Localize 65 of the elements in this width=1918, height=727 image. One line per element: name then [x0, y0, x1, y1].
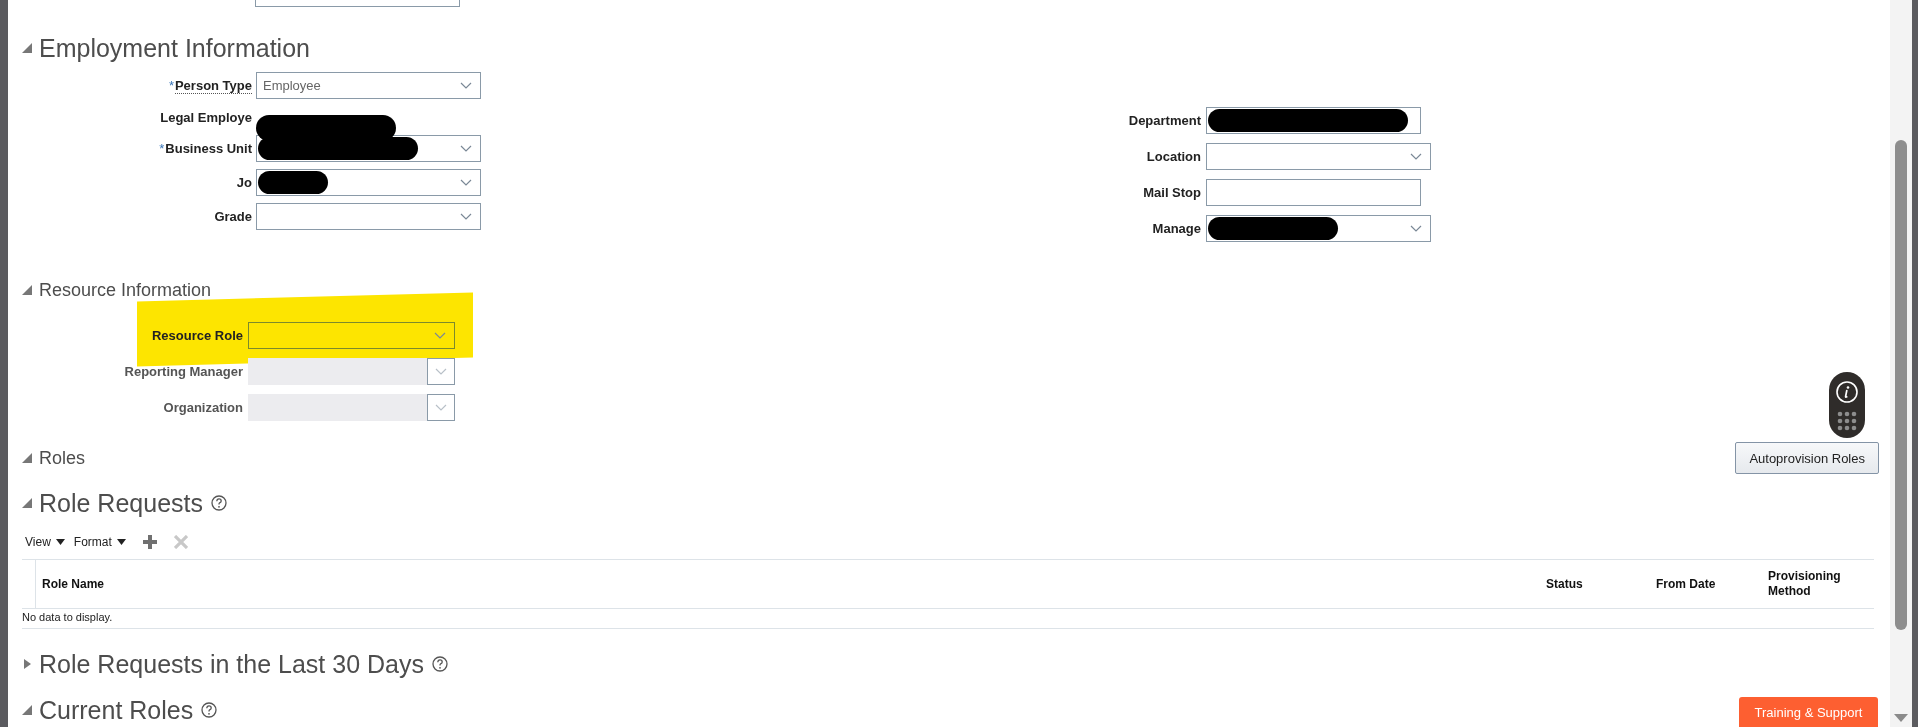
chevron-icon	[435, 404, 447, 411]
field-label: Reporting Manager	[124, 364, 243, 379]
dropdown-field[interactable]	[1206, 215, 1431, 242]
caret-icon	[116, 539, 126, 545]
chevron-icon	[1410, 225, 1422, 232]
help-icon[interactable]	[431, 656, 448, 672]
field-label: Resource Role	[151, 328, 243, 343]
dropdown-field[interactable]	[256, 135, 481, 162]
dropdown-field[interactable]	[256, 169, 481, 196]
collapse-icon[interactable]	[22, 498, 32, 508]
dropdown-field[interactable]: Employee	[256, 72, 481, 99]
collapse-icon[interactable]	[22, 43, 32, 53]
chevron-icon	[460, 179, 472, 186]
help-icon[interactable]	[211, 495, 227, 511]
menu-button[interactable]: Format	[73, 535, 126, 549]
text-field[interactable]	[1206, 179, 1421, 206]
text-field[interactable]	[255, 0, 460, 7]
help-icon[interactable]	[201, 702, 218, 718]
field-label: Mail Stop	[1143, 185, 1201, 200]
field-label: Organization	[163, 400, 243, 415]
section-heading: Role Requests	[39, 490, 203, 516]
menu-button[interactable]: View	[25, 535, 65, 549]
chevron-icon	[460, 213, 472, 220]
expand-icon[interactable]	[22, 659, 32, 669]
plus-icon[interactable]	[142, 535, 157, 549]
scroll-down-icon[interactable]	[1894, 714, 1908, 722]
field-label: Department	[1128, 113, 1201, 128]
field-label: Location	[1146, 149, 1201, 164]
field-label: Jo	[236, 175, 252, 190]
empty-message: No data to display.	[22, 609, 1874, 629]
chevron-icon	[434, 332, 446, 339]
field-label: Grade	[214, 209, 252, 224]
column-header[interactable]: Provisioning Method	[1762, 560, 1874, 608]
field-label: Legal Employe	[160, 109, 252, 125]
collapse-icon[interactable]	[22, 453, 32, 463]
chevron-icon	[435, 368, 447, 375]
collapse-icon[interactable]	[22, 705, 32, 715]
section-heading: Resource Information	[39, 279, 212, 302]
chevron-icon	[1410, 153, 1422, 160]
help-widget[interactable]	[1829, 372, 1865, 438]
dropdown-field[interactable]	[1206, 143, 1431, 170]
column-header[interactable]: From Date	[1650, 560, 1762, 608]
chevron-icon	[460, 145, 472, 152]
required-mark: *	[159, 141, 165, 156]
column-header[interactable]: Status	[1540, 560, 1650, 608]
column-header[interactable]: Role Name	[36, 560, 1540, 608]
field-label: Manage	[1152, 221, 1201, 236]
section-heading: Role Requests in the Last 30 Days	[39, 651, 424, 677]
text-field[interactable]	[1206, 107, 1421, 134]
section-heading: Current Roles	[39, 697, 194, 723]
autoprovision-button[interactable]: Autoprovision Roles	[1735, 442, 1879, 474]
required-mark: *	[168, 77, 174, 93]
field-label: Person Type	[174, 77, 252, 94]
section-heading: Roles	[39, 447, 86, 470]
field-label: Business Unit	[165, 141, 252, 156]
info-icon[interactable]	[1835, 379, 1859, 404]
caret-icon	[55, 539, 65, 545]
section-heading: Employment Information	[39, 35, 310, 61]
dropdown-field[interactable]	[248, 322, 455, 349]
grid-icon[interactable]	[1837, 410, 1857, 431]
scrollbar-thumb[interactable]	[1895, 140, 1907, 630]
chevron-icon	[460, 82, 472, 89]
collapse-icon[interactable]	[22, 285, 32, 295]
scrollbar[interactable]	[1890, 0, 1912, 727]
dropdown-field[interactable]	[256, 203, 481, 230]
